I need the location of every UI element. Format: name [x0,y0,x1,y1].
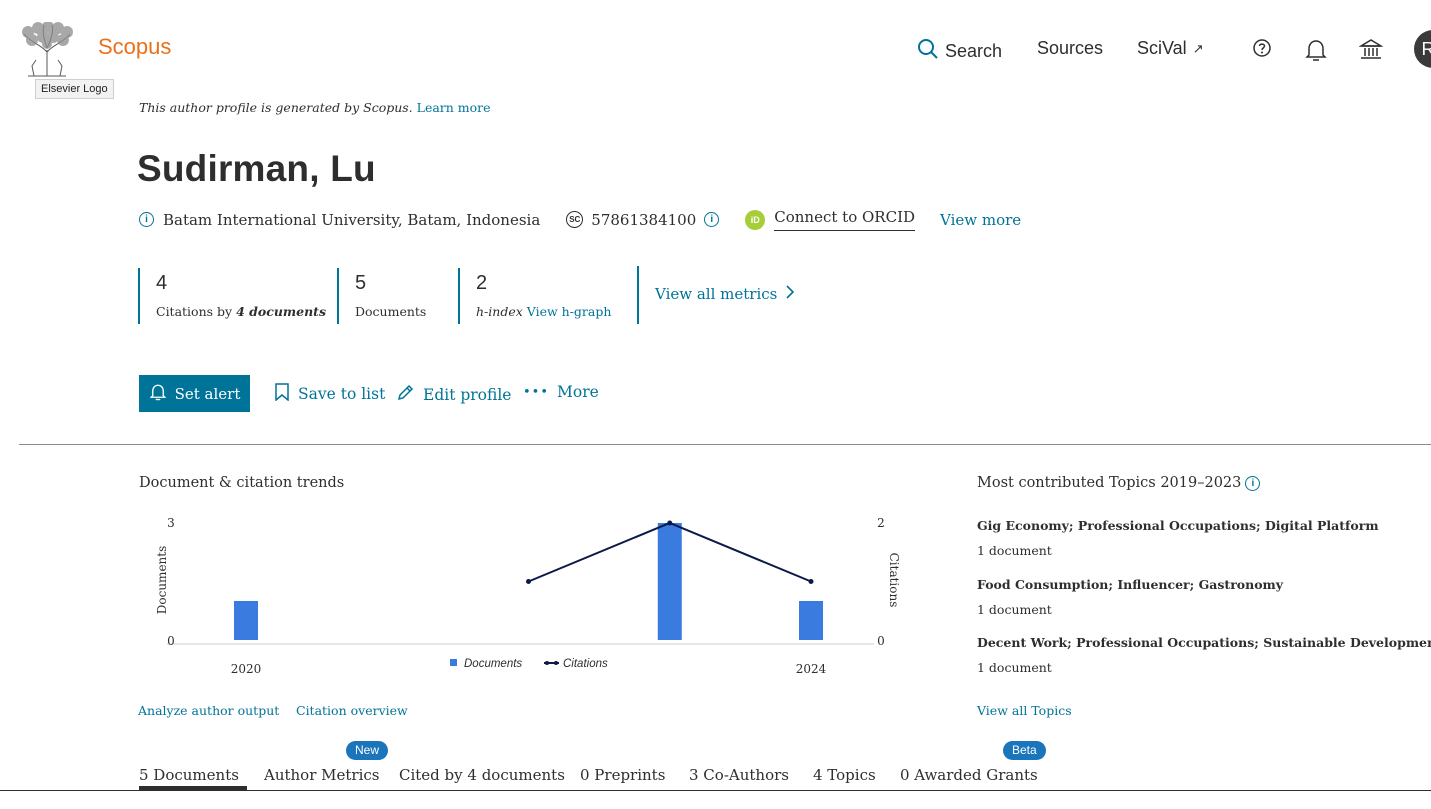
help-icon[interactable] [1252,38,1276,62]
more-label: More [557,383,599,401]
author-info-row: i Batam International University, Batam,… [139,208,1021,231]
notice-text: This author profile is generated by Scop… [139,100,413,115]
topic-count: 1 document [977,660,1052,675]
view-hgraph-link[interactable]: View h-graph [527,304,612,319]
author-name: Sudirman, Lu [137,148,376,189]
nav-scival-label: SciVal [1137,38,1187,58]
legend-citations-swatch [544,661,559,665]
bell-icon [149,383,167,405]
beta-badge: Beta [1003,741,1046,760]
nav-scival[interactable]: SciVal ↗ [1137,38,1204,59]
metric-documents: 5 Documents [337,268,426,324]
y2-tick-label: 0 [877,634,885,648]
save-to-list-button[interactable]: Save to list [274,383,385,405]
legend-documents-label: Documents [464,658,522,670]
topics-title-text: Most contributed Topics 2019–2023 [977,475,1242,491]
y2-tick-label: 2 [877,516,885,530]
more-button[interactable]: ••• More [523,383,599,401]
y2-axis-label: Citations [887,553,901,608]
topic-count: 1 document [977,602,1052,617]
save-to-list-label: Save to list [298,385,386,403]
connect-orcid-link[interactable]: Connect to ORCID [774,208,916,231]
scopus-brand[interactable]: Scopus [98,34,171,60]
bell-icon[interactable] [1305,38,1329,62]
chart-legend: Documents Citations [450,658,608,670]
avatar[interactable]: R [1414,30,1431,68]
metric-citations: 4 Citations by 4 documents [138,268,326,324]
hindex-label: h-index View h-graph [476,304,612,319]
profile-notice: This author profile is generated by Scop… [139,100,491,115]
tab-cited-by[interactable]: Cited by 4 documents [399,766,565,784]
tab-preprints[interactable]: 0 Preprints [580,766,665,784]
tabs-baseline [0,790,1431,791]
more-dots-icon: ••• [523,384,550,400]
citations-point-2023 [667,520,673,526]
nav-search[interactable]: Search [917,38,1002,65]
section-divider [19,444,1431,445]
topic-count: 1 document [977,543,1052,558]
citations-point-2024 [808,579,814,584]
x-tick-label: 2020 [231,662,262,676]
info-icon[interactable]: i [139,212,154,227]
new-badge: New [346,741,389,760]
legend-citations-label: Citations [563,658,608,670]
orcid-icon: iD [745,209,766,230]
tab-co-authors[interactable]: 3 Co-Authors [689,766,789,784]
view-all-topics-link[interactable]: View all Topics [977,703,1072,718]
documents-value: 5 [355,272,367,294]
x-tick-label: 2024 [796,662,827,676]
view-all-metrics-label: View all metrics [655,284,778,303]
institution-icon[interactable] [1358,38,1384,62]
learn-more-link[interactable]: Learn more [417,100,491,115]
external-link-icon: ↗ [1192,40,1204,56]
set-alert-label: Set alert [174,384,241,403]
tab-documents[interactable]: 5 Documents [139,766,239,784]
legend-documents-swatch [450,659,457,666]
set-alert-button[interactable]: Set alert [139,375,250,412]
scopus-id: 57861384100 [591,210,697,229]
documents-label: Documents [355,304,427,319]
tab-topics[interactable]: 4 Topics [813,766,876,784]
metric-hindex: 2 h-index View h-graph [458,268,611,324]
citations-docs: 4 documents [236,304,326,319]
topic-title[interactable]: Decent Work; Professional Occupations; S… [977,635,1431,650]
y-tick-label: 0 [167,634,175,648]
citations-label: Citations by 4 documents [156,304,326,319]
hindex-value: 2 [476,272,488,294]
search-icon [917,38,939,65]
topics-info-icon[interactable]: i [1245,475,1261,491]
elsevier-logo[interactable] [18,21,76,78]
chevron-right-icon [785,284,795,303]
author-affiliation: Batam International University, Batam, I… [163,210,541,229]
bookmark-icon [274,383,290,405]
logo-tooltip: Elsevier Logo [35,79,114,99]
y-axis-label: Documents [155,546,169,614]
trends-chart: 30202020 2024 Documents Citations Documen… [155,516,901,676]
analyze-author-output-link[interactable]: Analyze author output [138,703,279,718]
tab-awarded-grants[interactable]: 0 Awarded Grants [900,766,1038,784]
scopus-id-info-icon[interactable]: i [704,212,720,227]
documents-bar-2023 [657,523,682,640]
tab-active-indicator [139,786,247,790]
citation-overview-link[interactable]: Citation overview [296,703,408,718]
topic-title[interactable]: Gig Economy; Professional Occupations; D… [977,518,1379,533]
documents-bar-2020 [234,601,258,640]
tab-author-metrics[interactable]: Author Metrics [264,766,379,784]
citations-value: 4 [156,272,168,294]
documents-bar-2024 [799,601,823,640]
y-tick-label: 3 [167,516,175,530]
edit-profile-button[interactable]: Edit profile [396,383,511,406]
citations-point-2022 [526,579,531,584]
view-all-metrics[interactable]: View all metrics [637,266,795,324]
nav-search-label: Search [945,41,1003,61]
scopus-id-icon: SC [566,211,584,228]
edit-profile-label: Edit profile [423,385,512,404]
nav-sources[interactable]: Sources [1037,38,1103,59]
topic-title[interactable]: Food Consumption; Influencer; Gastronomy [977,577,1283,592]
trends-title: Document & citation trends [139,475,345,491]
pencil-icon [396,383,415,406]
topics-title: Most contributed Topics 2019–2023 i [977,475,1261,491]
view-more-link[interactable]: View more [940,211,1021,229]
